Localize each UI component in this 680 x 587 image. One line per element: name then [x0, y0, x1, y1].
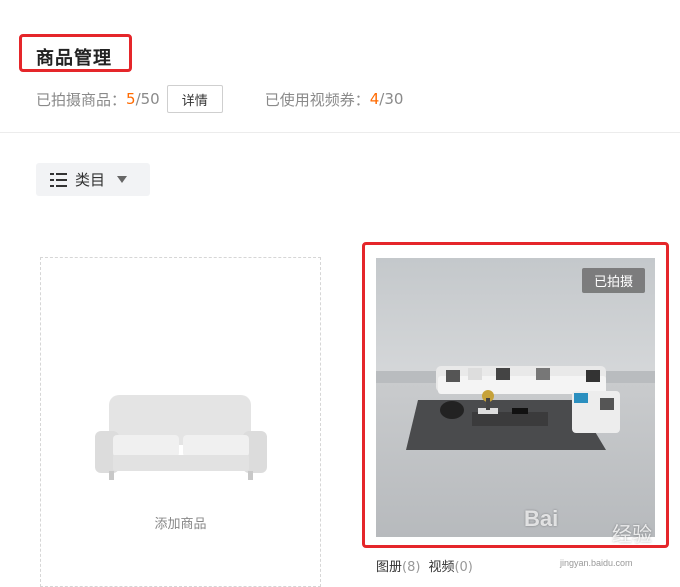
video-label: 视频: [428, 560, 455, 575]
watermark-suffix: 经验: [612, 522, 652, 546]
category-label: 类目: [75, 171, 106, 189]
header-divider: [0, 132, 680, 133]
shot-label: 已拍摄商品：: [36, 90, 127, 109]
coupon-count: 4: [369, 90, 380, 108]
page-header: 商品管理 已拍摄商品： 5 /50 详情 已使用视频券： 4 /30: [0, 0, 680, 132]
watermark-url: jingyan.baidu.com: [560, 558, 633, 568]
shot-count: 5: [126, 90, 136, 108]
album-count: (8): [402, 560, 421, 575]
list-icon: [50, 172, 67, 187]
sofa-icon: [95, 395, 267, 480]
album-link[interactable]: 图册(8): [376, 556, 420, 575]
page-title: 商品管理: [36, 48, 112, 69]
watermark-brand: Bai: [524, 506, 559, 531]
add-product-label: 添加商品: [154, 517, 207, 532]
shot-status-badge: 已拍摄: [582, 268, 645, 293]
video-count: (0): [454, 560, 473, 575]
coupon-label: 已使用视频券：: [264, 90, 370, 109]
product-image[interactable]: [376, 258, 655, 537]
video-link[interactable]: 视频(0): [428, 556, 472, 575]
album-label: 图册: [376, 560, 403, 575]
product-links: 图册(8) 视频(0): [376, 556, 481, 575]
shot-total: /50: [135, 90, 160, 108]
add-product-card[interactable]: 添加商品: [40, 257, 321, 587]
category-dropdown[interactable]: 类目: [36, 163, 150, 196]
detail-button[interactable]: 详情: [166, 85, 223, 113]
coupon-total: /30: [379, 90, 404, 108]
stats-bar: 已拍摄商品： 5 /50 详情 已使用视频券： 4 /30: [36, 85, 403, 113]
caret-down-icon: [117, 176, 128, 183]
